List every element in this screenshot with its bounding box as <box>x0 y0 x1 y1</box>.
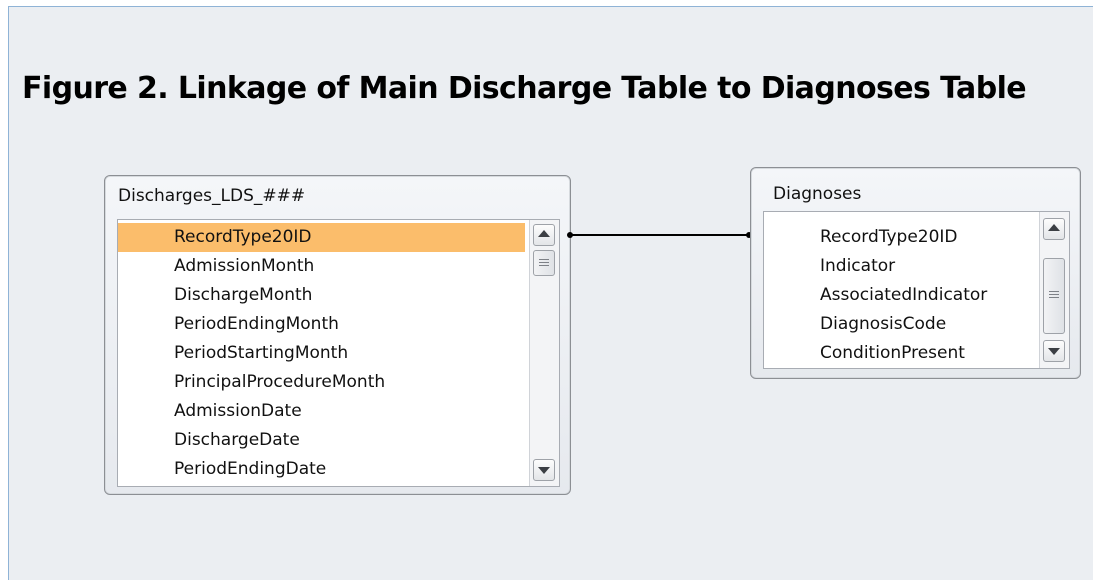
diagnoses-field-list[interactable]: RecordType20ID Indicator AssociatedIndic… <box>763 211 1070 369</box>
figure-title: Figure 2. Linkage of Main Discharge Tabl… <box>22 71 1027 106</box>
scroll-thumb[interactable] <box>1043 258 1065 334</box>
field-label: PrincipalProcedureMonth <box>174 372 386 392</box>
relationship-endpoint-left <box>567 232 573 238</box>
field-label: ConditionPresent <box>820 343 965 363</box>
field-item-periodendingdate[interactable]: PeriodEndingDate <box>118 455 525 484</box>
field-item-recordtype20id[interactable]: RecordType20ID <box>764 223 1039 252</box>
field-label: AdmissionMonth <box>174 256 315 276</box>
diagnoses-table-title[interactable]: Diagnoses <box>773 184 861 204</box>
field-label: DiagnosisCode <box>820 314 947 334</box>
field-label: PeriodEndingDate <box>174 459 327 479</box>
discharges-field-list[interactable]: RecordType20ID AdmissionMonth DischargeM… <box>117 219 560 487</box>
scroll-up-arrow-icon <box>1048 224 1060 231</box>
scroll-thumb[interactable] <box>533 250 555 276</box>
scroll-up-button[interactable] <box>533 224 555 246</box>
field-item-periodendingmonth[interactable]: PeriodEndingMonth <box>118 310 525 339</box>
field-item-indicator[interactable]: Indicator <box>764 252 1039 281</box>
field-item-diagnosiscode[interactable]: DiagnosisCode <box>764 310 1039 339</box>
field-item-principalproceduremonth[interactable]: PrincipalProcedureMonth <box>118 368 525 397</box>
field-item-admissionmonth[interactable]: AdmissionMonth <box>118 252 525 281</box>
field-item-admissiondate[interactable]: AdmissionDate <box>118 397 525 426</box>
field-label: PeriodStartingMonth <box>174 343 349 363</box>
discharges-table-window[interactable]: Discharges_LDS_### RecordType20ID Admiss… <box>104 175 571 495</box>
field-label: AdmissionDate <box>174 401 302 421</box>
scroll-down-button[interactable] <box>533 459 555 481</box>
field-label: DischargeDate <box>174 430 300 450</box>
field-item-periodstartingmonth[interactable]: PeriodStartingMonth <box>118 339 525 368</box>
field-label: Indicator <box>820 256 896 276</box>
discharges-scrollbar[interactable] <box>529 220 559 486</box>
diagnoses-scrollbar[interactable] <box>1039 212 1069 368</box>
scroll-down-arrow-icon <box>1048 348 1060 355</box>
field-label: PeriodEndingMonth <box>174 314 339 334</box>
field-label: RecordType20ID <box>174 227 312 247</box>
field-item-recordtype20id[interactable]: RecordType20ID <box>118 223 525 252</box>
scroll-up-arrow-icon <box>538 230 550 237</box>
field-item-dischargedate[interactable]: DischargeDate <box>118 426 525 455</box>
diagnoses-table-window[interactable]: Diagnoses RecordType20ID Indicator Assoc… <box>750 167 1081 379</box>
field-label: RecordType20ID <box>820 227 958 247</box>
field-item-conditionpresent[interactable]: ConditionPresent <box>764 339 1039 368</box>
field-item-dischargemonth[interactable]: DischargeMonth <box>118 281 525 310</box>
field-label: AssociatedIndicator <box>820 285 988 305</box>
field-label: DischargeMonth <box>174 285 313 305</box>
scroll-grip-icon <box>1049 291 1059 300</box>
scroll-up-button[interactable] <box>1043 218 1065 240</box>
scroll-down-arrow-icon <box>538 467 550 474</box>
discharges-table-title[interactable]: Discharges_LDS_### <box>118 186 305 206</box>
relationship-line[interactable] <box>569 234 750 236</box>
scroll-down-button[interactable] <box>1043 340 1065 362</box>
field-item-associatedindicator[interactable]: AssociatedIndicator <box>764 281 1039 310</box>
scroll-grip-icon <box>539 259 549 268</box>
